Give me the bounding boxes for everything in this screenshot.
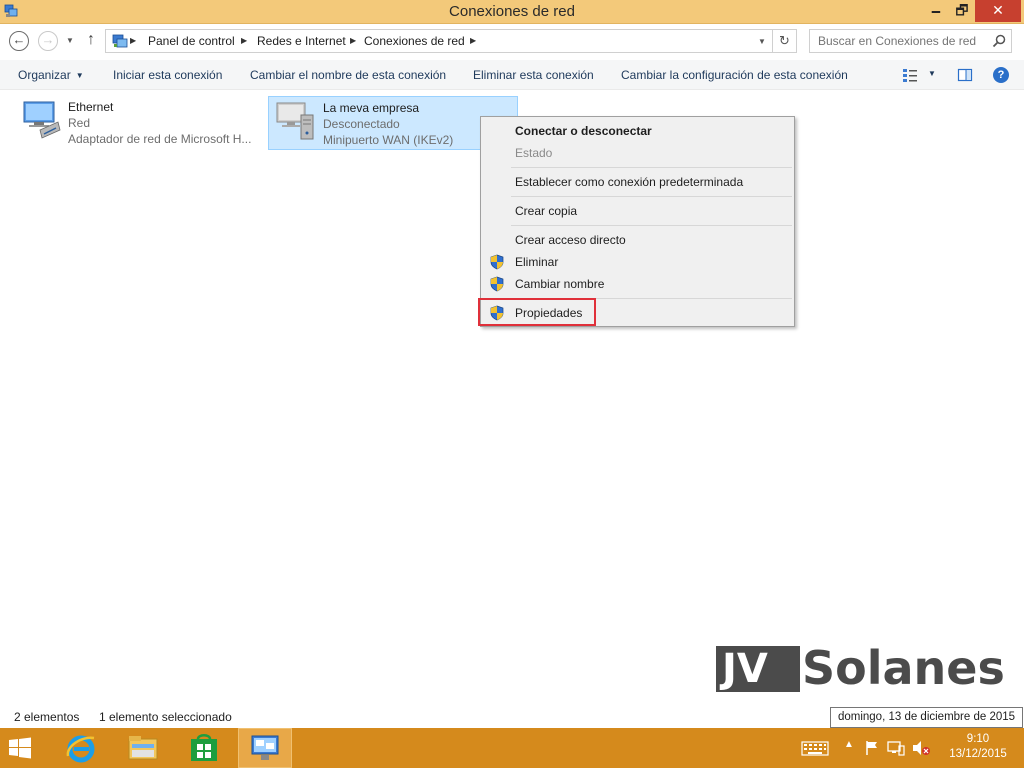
connection-device: Adaptador de red de Microsoft H... (68, 132, 252, 146)
change-view-icon[interactable] (902, 67, 918, 83)
delete-connection-button[interactable]: Eliminar esta conexión (473, 68, 594, 82)
navigation-bar: ← → ▼ ↑ ▶ Panel de control ▶ Redes e Int… (0, 25, 1024, 57)
menu-item-create-shortcut[interactable]: Crear acceso directo (483, 229, 792, 251)
breadcrumb-redes-e-internet[interactable]: Redes e Internet (257, 34, 346, 48)
file-explorer-icon[interactable] (126, 733, 160, 763)
menu-item-set-default[interactable]: Establecer como conexión predeterminada (483, 171, 792, 193)
vpn-connection-icon (276, 102, 314, 140)
uac-shield-icon (490, 276, 504, 292)
breadcrumb-separator-icon[interactable]: ▶ (470, 36, 476, 45)
menu-item-create-copy[interactable]: Crear copia (483, 200, 792, 222)
windows-store-icon[interactable] (188, 733, 220, 763)
menu-separator (511, 196, 792, 197)
menu-item-rename[interactable]: Cambiar nombre (483, 273, 792, 295)
up-button[interactable]: ↑ (87, 31, 95, 49)
network-connections-icon (251, 735, 279, 760)
menu-item-status: Estado (515, 146, 553, 160)
breadcrumb-panel-de-control[interactable]: Panel de control (148, 34, 235, 48)
logo-part-solanes: Solanes (802, 641, 1005, 695)
change-settings-button[interactable]: Cambiar la configuración de esta conexió… (621, 68, 848, 82)
minimize-button[interactable]: 🗕 (922, 0, 950, 22)
address-dropdown-chevron-icon[interactable]: ▼ (758, 37, 766, 46)
title-bar[interactable]: Conexiones de red 🗕 🗗 ✕ (0, 0, 1024, 24)
explorer-window: Conexiones de red 🗕 🗗 ✕ ← → ▼ ↑ ▶ Panel … (0, 0, 1024, 728)
menu-separator (511, 167, 792, 168)
menu-item-delete[interactable]: Eliminar (483, 251, 792, 273)
organize-label: Organizar (18, 68, 71, 82)
taskbar: ▲ 9:10 13/12/2015 (0, 728, 1024, 768)
address-bar[interactable]: ▶ Panel de control ▶ Redes e Internet ▶ … (105, 29, 773, 53)
start-connection-button[interactable]: Iniciar esta conexión (113, 68, 222, 82)
breadcrumb-conexiones-de-red[interactable]: Conexiones de red (364, 34, 465, 48)
item-count: 2 elementos (14, 710, 80, 724)
back-button[interactable]: ← (9, 31, 29, 51)
organize-menu-button[interactable]: Organizar ▼ (18, 68, 84, 82)
connection-status: Red (68, 116, 91, 130)
connection-device: Minipuerto WAN (IKEv2) (323, 133, 454, 147)
view-options-chevron-icon[interactable]: ▼ (928, 69, 936, 78)
help-button[interactable]: ? (993, 67, 1009, 83)
show-hidden-icons-chevron-icon[interactable]: ▲ (844, 739, 854, 755)
menu-separator (511, 225, 792, 226)
connection-item-ethernet[interactable]: Ethernet Red Adaptador de red de Microso… (14, 96, 264, 150)
preview-pane-icon[interactable] (957, 67, 973, 83)
connection-status: Desconectado (323, 117, 400, 131)
properties-highlight-box (478, 298, 596, 326)
context-menu: Conectar o desconectar Estado Establecer… (480, 116, 795, 327)
connection-name: La meva empresa (323, 101, 420, 115)
menu-item-connect-disconnect[interactable]: Conectar o desconectar (483, 120, 792, 142)
menu-item-label: Eliminar (515, 255, 559, 269)
connection-name: Ethernet (68, 100, 114, 114)
internet-explorer-icon[interactable] (64, 732, 98, 764)
menu-item-label: Cambiar nombre (515, 277, 605, 291)
search-input[interactable] (810, 30, 985, 52)
recent-locations-chevron-icon[interactable]: ▼ (66, 36, 74, 45)
breadcrumb-separator-icon[interactable]: ▶ (130, 36, 136, 45)
taskbar-network-connections-button[interactable] (238, 728, 292, 768)
rename-connection-button[interactable]: Cambiar el nombre de esta conexión (250, 68, 446, 82)
search-icon[interactable] (991, 33, 1007, 49)
command-bar: Organizar ▼ Iniciar esta conexión Cambiar… (0, 60, 1024, 90)
search-box[interactable] (809, 29, 1012, 53)
chevron-down-icon: ▼ (75, 71, 84, 80)
network-adapter-icon (23, 101, 61, 139)
system-clock[interactable]: 9:10 13/12/2015 (942, 732, 1014, 762)
forward-button[interactable]: → (38, 31, 58, 51)
breadcrumb-separator-icon[interactable]: ▶ (350, 36, 356, 45)
refresh-button[interactable]: ↻ (773, 29, 797, 53)
breadcrumb-separator-icon[interactable]: ▶ (241, 36, 247, 45)
network-status-icon[interactable] (887, 740, 905, 756)
uac-shield-icon (490, 254, 504, 270)
volume-muted-icon[interactable] (911, 740, 931, 756)
selection-count: 1 elemento seleccionado (99, 710, 232, 724)
window-title: Conexiones de red (449, 3, 575, 20)
control-panel-icon (112, 34, 128, 48)
logo-part-jv: JV (716, 646, 800, 692)
date-tooltip: domingo, 13 de diciembre de 2015 (830, 707, 1023, 728)
close-button[interactable]: ✕ (975, 0, 1021, 22)
clock-date: 13/12/2015 (949, 748, 1007, 760)
maximize-button[interactable]: 🗗 (948, 0, 976, 22)
action-center-flag-icon[interactable] (864, 740, 880, 756)
windows-start-icon[interactable] (8, 736, 32, 760)
touch-keyboard-icon[interactable] (801, 740, 829, 756)
clock-time: 9:10 (966, 733, 990, 745)
